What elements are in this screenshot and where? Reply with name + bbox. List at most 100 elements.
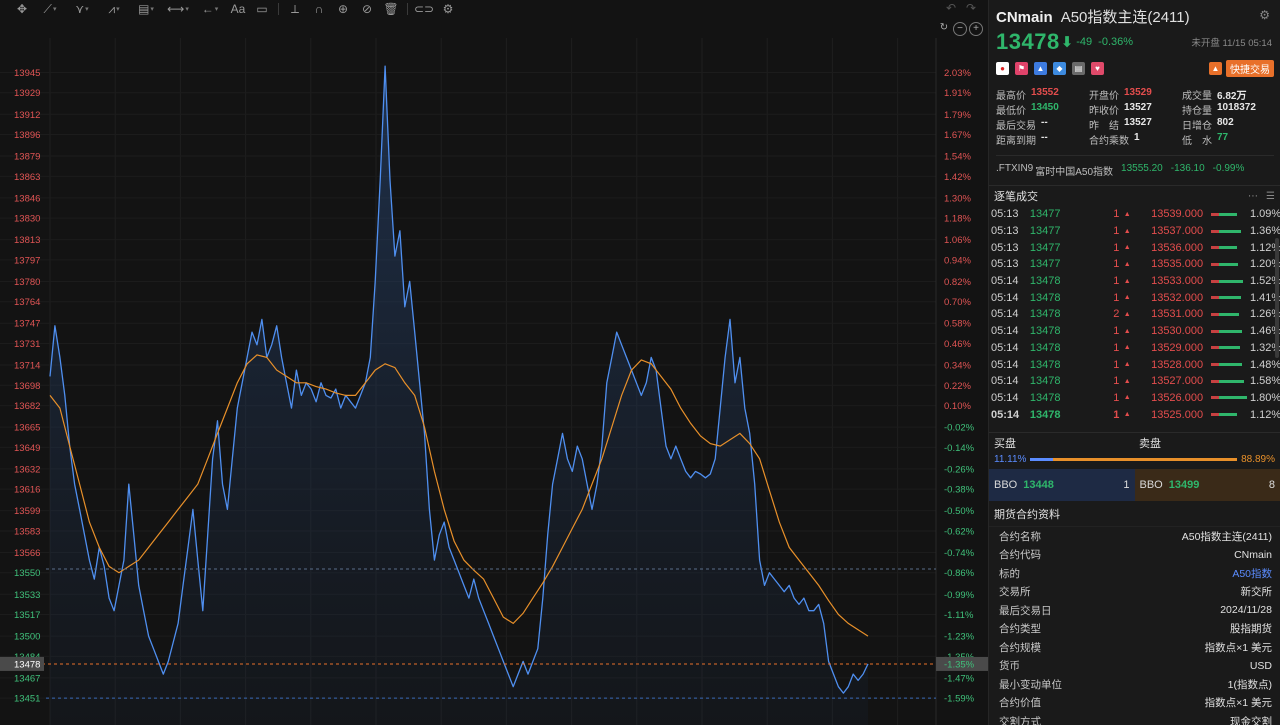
- stat-label: 昨 结: [1089, 121, 1119, 132]
- tape-row: 05:14 13478 1 ▲ 13526.000 1.80%: [989, 390, 1280, 407]
- y-tick-label: 13649: [14, 443, 40, 454]
- up-arrow-icon: ▲: [1123, 411, 1131, 419]
- stat-label: 最高价: [996, 91, 1026, 102]
- level-price: 13525.000: [1151, 408, 1204, 421]
- y-tick-label: 13929: [14, 88, 40, 99]
- bell-icon[interactable]: ▲: [1209, 61, 1222, 75]
- toolbar-divider: [278, 3, 279, 15]
- bbo-ask-price: 13499: [1168, 479, 1200, 491]
- quick-trade-button[interactable]: 快捷交易: [1226, 59, 1274, 77]
- tape-price: 13478: [1029, 308, 1061, 321]
- tape-scrollbar[interactable]: [1275, 238, 1279, 358]
- stat-value: 13527: [1124, 117, 1152, 128]
- bid-fill: [1030, 457, 1054, 461]
- trash-icon[interactable]: 🗑: [379, 0, 403, 18]
- stat-item: 昨收价 13527: [1089, 102, 1182, 117]
- tape-qty: 1: [1113, 375, 1120, 388]
- pct-tick-label: -0.62%: [944, 526, 975, 537]
- tape-price: 13477: [1029, 241, 1061, 254]
- info-value: 指数点×1 美元: [1204, 697, 1272, 710]
- level-bar: [1203, 346, 1250, 350]
- text-icon[interactable]: Aa: [226, 0, 250, 18]
- best-bid-offer: BBO 13448 1 BBO 13499 8: [989, 469, 1280, 501]
- hide-icon[interactable]: ⊘: [355, 0, 379, 18]
- up-arrow-icon: ▲: [1123, 277, 1131, 285]
- ask-label: 卖盘: [1139, 437, 1161, 450]
- fib-icon[interactable]: ▤ ▾: [130, 0, 162, 18]
- stat-value: 13527: [1124, 102, 1152, 113]
- trend-line-icon[interactable]: ⟋ ▾: [34, 0, 66, 18]
- more-icon[interactable]: ⋯: [1248, 191, 1258, 202]
- gear-icon[interactable]: ⚙: [1259, 8, 1270, 22]
- tape-time: 05:13: [991, 225, 1019, 238]
- chart-canvas[interactable]: 13945 2.03% 13929 1.91% 13912 1.79% 13896 1.67%…: [0, 18, 988, 725]
- move-icon[interactable]: ✥: [10, 0, 34, 18]
- bbo-bid[interactable]: BBO 13448 1: [989, 469, 1135, 501]
- runner-icon[interactable]: ⚑: [1015, 61, 1028, 75]
- level-price: 13535.000: [1151, 258, 1204, 271]
- stat-label: 持仓量: [1182, 106, 1212, 117]
- y-tick-label: 13500: [14, 632, 40, 643]
- info-row: 最后交易日 2024/11/28: [989, 601, 1280, 620]
- reference-index[interactable]: .FTXIN9 富时中国A50指数 13555.20 -136.10 -0.99…: [996, 155, 1274, 178]
- undo-icon[interactable]: ↶: [946, 1, 956, 15]
- bbo-ask[interactable]: BBO 13499 8: [1134, 469, 1280, 501]
- info-value: USD: [1249, 659, 1272, 672]
- pitchfork-icon[interactable]: ⋎ ▾: [66, 0, 98, 18]
- pct-tick-label: 1.30%: [944, 193, 971, 204]
- tape-price: 13478: [1029, 358, 1061, 371]
- globe-icon[interactable]: ⊕: [331, 0, 355, 18]
- reset-icon[interactable]: ↻: [937, 22, 951, 36]
- info-value[interactable]: A50指数: [1232, 566, 1272, 581]
- redo-icon[interactable]: ↷: [966, 1, 976, 15]
- triangle-icon[interactable]: ▲: [1034, 61, 1047, 75]
- magnet-icon[interactable]: ∩: [307, 0, 331, 18]
- level-bar-green: [1219, 212, 1238, 216]
- pct-tick-label: 0.10%: [944, 401, 971, 412]
- arrow-icon[interactable]: ← ▾: [194, 0, 226, 18]
- pct-tick-label: 0.94%: [944, 255, 971, 266]
- level-price: 13526.000: [1151, 391, 1204, 404]
- level-bar-red: [1211, 279, 1220, 283]
- time-and-sales[interactable]: 05:13 13477 1 ▲ 13539.000 1.09% 05:13 13477 1 ▲ 13…: [989, 206, 1280, 432]
- stat-label: 最后交易: [996, 121, 1036, 132]
- tag-icon[interactable]: ◆: [1053, 61, 1066, 75]
- zoom-out-icon[interactable]: −: [953, 22, 967, 36]
- settings-icon[interactable]: ⚙: [436, 0, 460, 18]
- quote-stats: 最高价 13552 开盘价 13529 成交量 6.82万 最低价 13450 昨收价 13527…: [996, 87, 1274, 147]
- pct-tick-label: 1.79%: [944, 110, 971, 121]
- level-bar: [1203, 312, 1250, 316]
- eraser-icon[interactable]: ⟂: [283, 0, 307, 18]
- pct-tick-label: -1.47%: [944, 673, 975, 684]
- pct-tick-label: 1.54%: [944, 152, 971, 163]
- info-value: 指数点×1 美元: [1204, 641, 1272, 654]
- tape-row: 05:13 13477 1 ▲ 13537.000 1.36%: [989, 223, 1280, 240]
- doc-icon[interactable]: ▤: [1072, 61, 1085, 75]
- price-chart[interactable]: 13945 2.03% 13929 1.91% 13912 1.79% 13896 1.67%…: [0, 18, 988, 725]
- stat-value: --: [1041, 132, 1048, 143]
- pct-tick-label: 0.82%: [944, 277, 971, 288]
- pct-tick-label: -0.74%: [944, 548, 975, 559]
- y-tick-label: 13517: [14, 610, 40, 621]
- pct-tick-label: -0.99%: [944, 590, 975, 601]
- stat-value: 13450: [1031, 102, 1059, 113]
- stat-value: 1: [1134, 132, 1140, 143]
- link-icon[interactable]: ⊂⊃: [412, 0, 436, 18]
- note-icon[interactable]: ▭: [250, 0, 274, 18]
- pct-tick-label: 1.42%: [944, 172, 971, 183]
- heart-icon[interactable]: ♥: [1091, 61, 1104, 75]
- info-value: 1(指数点): [1227, 678, 1272, 691]
- menu-icon[interactable]: ☰: [1266, 191, 1275, 202]
- info-row[interactable]: 标的 A50指数: [989, 564, 1280, 583]
- measure-icon[interactable]: ⟷ ▾: [162, 0, 194, 18]
- info-label: 交易所: [999, 586, 1031, 599]
- pct-tick-label: 2.03%: [944, 68, 971, 79]
- y-tick-label: 13599: [14, 506, 40, 517]
- level-bar-green: [1219, 229, 1242, 233]
- stat-item: 昨 结 13527: [1089, 117, 1182, 132]
- info-value: 2024/11/28: [1220, 604, 1272, 617]
- zigzag-icon[interactable]: ⩘ ▾: [98, 0, 130, 18]
- zoom-in-icon[interactable]: +: [969, 22, 983, 36]
- y-tick-label: 13665: [14, 423, 40, 434]
- level-percent: 1.48%: [1250, 358, 1280, 371]
